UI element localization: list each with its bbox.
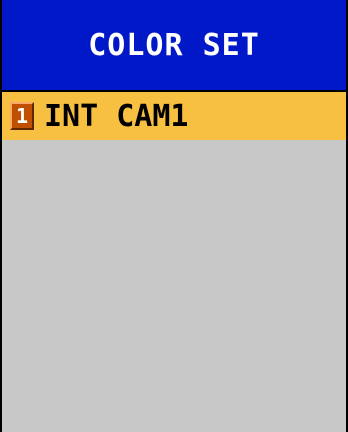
menu-title: COLOR SET <box>88 27 260 63</box>
list-item-int-cam1[interactable]: 1 INT CAM1 <box>2 92 346 140</box>
menu-header: COLOR SET <box>2 0 346 92</box>
menu-screen: COLOR SET 1 INT CAM1 <box>0 0 348 432</box>
list-item-label: INT CAM1 <box>44 98 189 134</box>
item-number-badge: 1 <box>10 102 34 130</box>
